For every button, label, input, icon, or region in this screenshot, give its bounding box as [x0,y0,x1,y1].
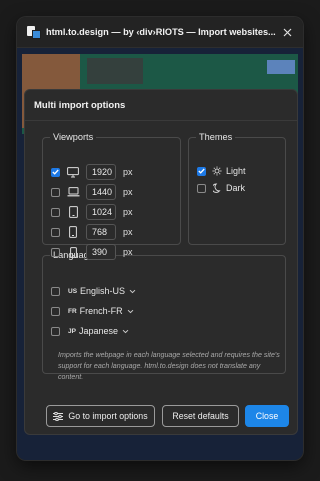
theme-checkbox[interactable] [197,166,206,176]
language-flag-code: US [68,287,78,295]
viewport-width-input[interactable]: 1440 [86,184,116,200]
chevron-down-icon [127,309,134,313]
viewport-checkbox[interactable] [51,227,60,237]
viewport-row: 1024 px [51,204,133,220]
language-dropdown-toggle[interactable] [122,329,129,334]
laptop-icon [66,186,80,198]
language-flag-code: FR [68,307,77,315]
viewport-unit: px [123,247,133,257]
reset-defaults-label: Reset defaults [172,411,229,421]
viewport-width-input[interactable]: 390 [86,244,116,260]
close-window-button[interactable] [279,24,295,40]
language-select[interactable]: French-FR [80,306,123,316]
theme-checkbox[interactable] [197,183,206,193]
close-button[interactable]: Close [245,405,289,427]
multi-import-dialog: Multi import options Viewports Themes La… [24,89,298,435]
theme-label: Dark [226,183,246,193]
tablet-icon [66,206,80,218]
sliders-icon [53,411,64,421]
go-to-import-options-button[interactable]: Go to import options [46,405,155,427]
theme-row: Light [197,165,246,177]
window-title: html.to.design — by ‹div›RIOTS — Import … [46,27,276,37]
viewport-width-input[interactable]: 768 [86,224,116,240]
language-flag-code: JP [68,327,76,335]
tablet-small-icon [66,226,80,238]
language-select[interactable]: English-US [80,286,125,296]
language-dropdown-toggle[interactable] [127,309,134,314]
language-row: US English-US [51,286,136,296]
language-checkbox[interactable] [51,286,60,296]
viewport-row: 768 px [51,224,133,240]
checkmark-icon [52,169,59,175]
title-bar: html.to.design — by ‹div›RIOTS — Import … [17,17,303,48]
viewport-unit: px [123,167,133,177]
viewport-width-input[interactable]: 1920 [86,164,116,180]
themes-legend: Themes [199,132,233,142]
phone-icon [66,246,80,258]
viewport-row: 1920 px [51,164,133,180]
viewport-unit: px [123,187,133,197]
close-label: Close [255,411,279,421]
reset-defaults-button[interactable]: Reset defaults [162,405,239,427]
close-icon [283,28,291,36]
chevron-down-icon [129,289,136,293]
viewport-checkbox[interactable] [51,187,60,197]
desktop-icon [66,166,80,178]
chevron-down-icon [122,329,129,333]
viewport-unit: px [123,207,133,217]
viewport-row: 390 px [51,244,133,260]
language-select[interactable]: Japanese [79,326,118,336]
go-to-import-options-label: Go to import options [68,411,148,421]
theme-label: Light [226,166,246,176]
theme-row: Dark [197,182,245,194]
viewport-checkbox[interactable] [51,207,60,217]
viewports-legend: Viewports [53,132,94,142]
sun-icon [212,165,222,177]
viewport-checkbox[interactable] [51,247,60,257]
moon-icon [212,182,222,194]
checkmark-icon [198,168,205,174]
viewport-checkbox[interactable] [51,167,60,177]
viewport-unit: px [123,227,133,237]
plugin-window: html.to.design — by ‹div›RIOTS — Import … [17,17,303,460]
language-row: FR French-FR [51,306,134,316]
language-dropdown-toggle[interactable] [129,289,136,294]
language-checkbox[interactable] [51,306,60,316]
dialog-title: Multi import options [25,90,297,121]
app-logo-icon [27,26,41,39]
languages-note: Imports the webpage in each language sel… [58,351,280,381]
viewport-row: 1440 px [51,184,133,200]
viewport-width-input[interactable]: 1024 [86,204,116,220]
language-checkbox[interactable] [51,326,60,336]
language-row: JP Japanese [51,326,129,336]
